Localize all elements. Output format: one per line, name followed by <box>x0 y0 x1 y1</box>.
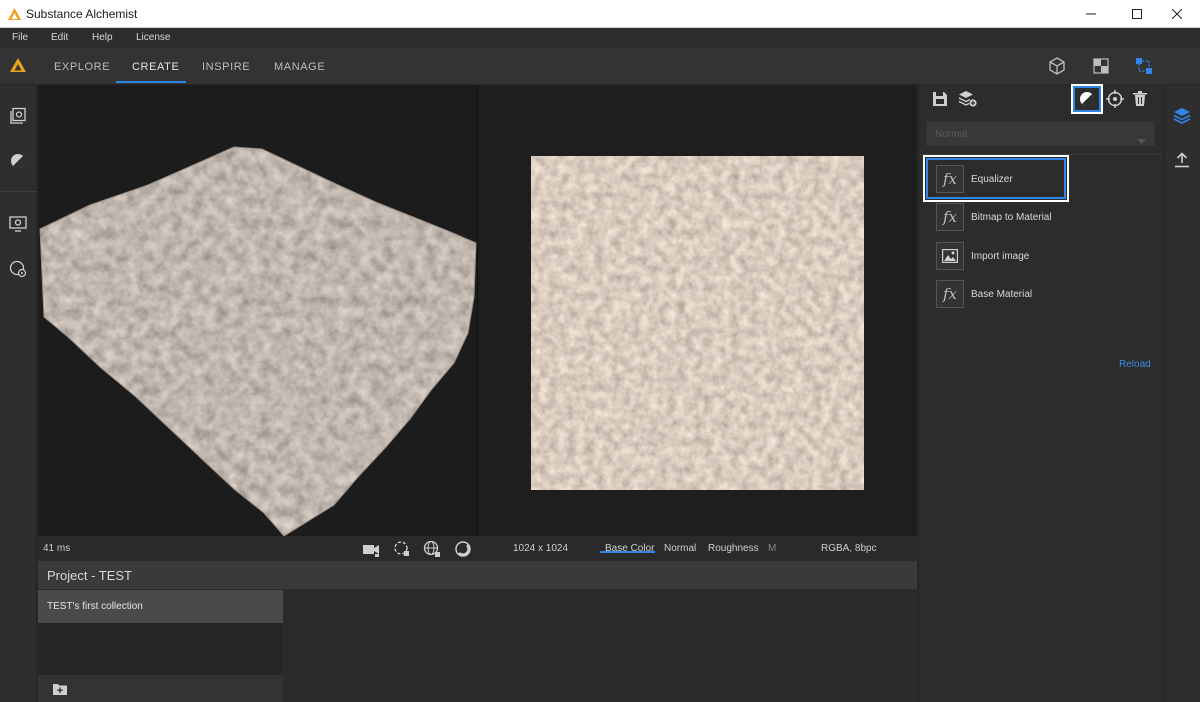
export-icon[interactable] <box>1174 152 1190 173</box>
sidebar-divider <box>0 191 37 192</box>
project-title: Project - TEST <box>47 568 133 583</box>
render-settings-icon[interactable] <box>9 260 27 278</box>
menu-help[interactable]: Help <box>92 32 113 43</box>
fx-icon: fx <box>936 165 964 193</box>
active-channel-indicator <box>600 551 655 553</box>
camera-icon[interactable] <box>362 540 380 558</box>
channel-metallic[interactable]: M <box>768 543 776 554</box>
layer-name: Bitmap to Material <box>971 212 1052 223</box>
material-filter-icon[interactable] <box>1078 90 1096 108</box>
right-strip <box>1164 85 1200 702</box>
environment-icon[interactable] <box>393 540 411 558</box>
save-icon[interactable] <box>931 90 949 108</box>
title-bar: Substance Alchemist <box>0 0 1200 28</box>
app-logo-icon <box>8 7 21 25</box>
grid-sphere-icon[interactable] <box>423 540 441 558</box>
texture-format: RGBA, 8bpc <box>821 543 877 554</box>
material-sphere-icon[interactable] <box>9 152 27 170</box>
tab-inspire[interactable]: INSPIRE <box>202 61 250 73</box>
menu-file[interactable]: File <box>12 32 28 43</box>
minimize-button[interactable] <box>1068 0 1114 28</box>
layer-item-import-image[interactable]: Import image <box>936 242 1136 270</box>
fx-icon: fx <box>936 280 964 308</box>
shading-sphere-icon[interactable] <box>454 540 472 558</box>
viewport-3d[interactable] <box>38 85 477 537</box>
tab-manage[interactable]: MANAGE <box>274 61 325 73</box>
channel-normal[interactable]: Normal <box>664 543 696 554</box>
tab-explore[interactable]: EXPLORE <box>54 61 110 73</box>
add-collection-bar <box>38 675 283 702</box>
close-button[interactable] <box>1154 0 1200 28</box>
layer-item-base-material[interactable]: fx Base Material <box>936 280 1136 308</box>
display-settings-icon[interactable] <box>9 215 27 233</box>
image-icon <box>936 242 964 270</box>
collection-name: TEST's first collection <box>47 601 143 612</box>
layer-item-equalizer[interactable]: fx Equalizer <box>936 165 1136 193</box>
layer-item-bitmap-to-material[interactable]: fx Bitmap to Material <box>936 203 1136 231</box>
layer-name: Import image <box>971 251 1030 262</box>
blend-mode-value: Normal <box>935 129 968 140</box>
checker-icon[interactable] <box>1091 56 1111 76</box>
layer-name: Equalizer <box>971 174 1013 185</box>
menu-bar: File Edit Help License <box>0 28 1200 48</box>
texture-resolution: 1024 x 1024 <box>513 543 569 554</box>
main-nav: EXPLORE CREATE INSPIRE MANAGE <box>0 48 1200 85</box>
trash-icon[interactable] <box>1132 90 1150 108</box>
collection-item[interactable]: TEST's first collection <box>38 590 283 623</box>
add-layer-icon[interactable] <box>958 90 977 108</box>
add-folder-icon[interactable] <box>53 682 67 700</box>
cube-icon[interactable] <box>1047 56 1067 76</box>
viewport-status-bar: 41 ms 1024 x 1024 Base Color Normal Roug… <box>38 536 917 561</box>
tab-create[interactable]: CREATE <box>132 61 179 73</box>
menu-edit[interactable]: Edit <box>51 32 68 43</box>
left-sidebar <box>0 85 37 702</box>
texture-preview <box>531 156 864 490</box>
reload-link[interactable]: Reload <box>1119 359 1151 370</box>
alchemist-logo-icon <box>10 58 26 77</box>
project-header: Project - TEST <box>38 561 917 589</box>
blend-mode-select[interactable]: Normal <box>926 121 1155 146</box>
channel-roughness[interactable]: Roughness <box>708 543 759 554</box>
library-icon[interactable] <box>9 107 27 125</box>
bitmap-filter-icon[interactable] <box>1105 89 1124 108</box>
fx-icon: fx <box>936 203 964 231</box>
chevron-down-icon <box>1137 131 1146 149</box>
nodes-icon[interactable] <box>1134 56 1154 76</box>
layers-icon[interactable] <box>1173 107 1191 130</box>
menu-license[interactable]: License <box>136 32 170 43</box>
render-time: 41 ms <box>43 543 71 554</box>
window-title: Substance Alchemist <box>26 7 138 21</box>
layer-name: Base Material <box>971 289 1033 300</box>
active-tab-indicator <box>116 81 186 83</box>
